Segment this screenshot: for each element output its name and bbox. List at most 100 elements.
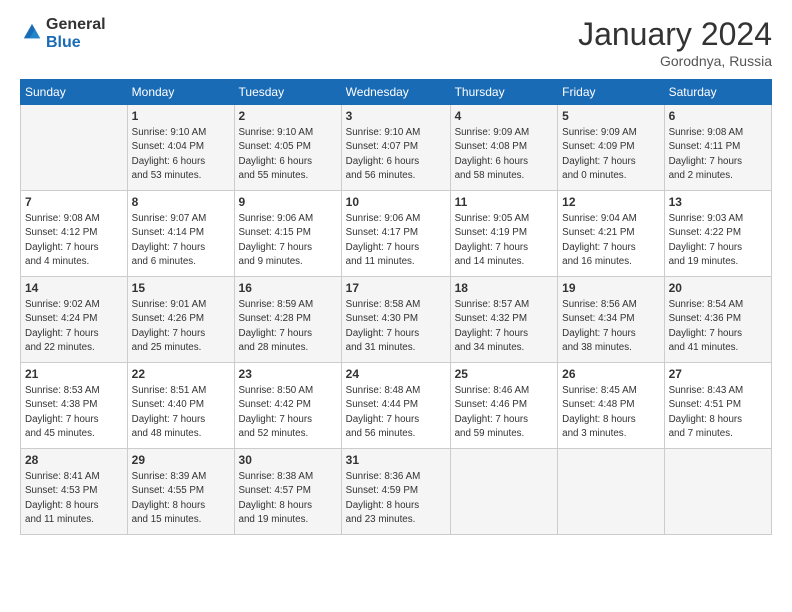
day-cell: 23 Sunrise: 8:50 AM Sunset: 4:42 PM Dayli… (234, 363, 341, 449)
day-number: 1 (132, 108, 230, 124)
page: General Blue January 2024 Gorodnya, Russ… (0, 0, 792, 612)
day-info: Sunrise: 8:39 AM Sunset: 4:55 PM Dayligh… (132, 471, 207, 525)
day-info: Sunrise: 8:36 AM Sunset: 4:59 PM Dayligh… (346, 471, 421, 525)
day-info: Sunrise: 9:06 AM Sunset: 4:15 PM Dayligh… (239, 213, 314, 267)
day-cell: 30Sunrise: 8:38 AM Sunset: 4:57 PM Dayli… (234, 449, 341, 535)
day-info: Sunrise: 9:08 AM Sunset: 4:11 PM Dayligh… (669, 127, 744, 181)
day-info: Sunrise: 8:43 AM Sunset: 4:51 PM Dayligh… (669, 385, 744, 439)
day-info: Sunrise: 8:56 AM Sunset: 4:34 PM Dayligh… (562, 299, 637, 353)
day-number: 18 (455, 280, 554, 296)
day-cell: 14Sunrise: 9:02 AM Sunset: 4:24 PM Dayli… (21, 277, 128, 363)
weekday-header-monday: Monday (127, 80, 234, 105)
day-cell: 19Sunrise: 8:56 AM Sunset: 4:34 PM Dayli… (558, 277, 664, 363)
day-number: 16 (239, 280, 337, 296)
day-cell: 6 Sunrise: 9:08 AM Sunset: 4:11 PM Daylig… (664, 105, 771, 191)
day-number: 25 (455, 366, 554, 382)
day-number: 7 (25, 194, 123, 210)
day-info: Sunrise: 8:50 AM Sunset: 4:42 PM Dayligh… (239, 385, 314, 439)
day-info: Sunrise: 9:05 AM Sunset: 4:19 PM Dayligh… (455, 213, 530, 267)
day-info: Sunrise: 8:57 AM Sunset: 4:32 PM Dayligh… (455, 299, 530, 353)
day-number: 21 (25, 366, 123, 382)
day-number: 5 (562, 108, 659, 124)
header: General Blue January 2024 Gorodnya, Russ… (20, 16, 772, 69)
week-row-4: 21 Sunrise: 8:53 AM Sunset: 4:38 PM Dayli… (21, 363, 772, 449)
day-number: 17 (346, 280, 446, 296)
day-cell: 12 Sunrise: 9:04 AM Sunset: 4:21 PM Dayli… (558, 191, 664, 277)
day-number: 20 (669, 280, 767, 296)
day-number: 6 (669, 108, 767, 124)
day-cell: 9 Sunrise: 9:06 AM Sunset: 4:15 PM Daylig… (234, 191, 341, 277)
week-row-3: 14Sunrise: 9:02 AM Sunset: 4:24 PM Dayli… (21, 277, 772, 363)
day-info: Sunrise: 9:02 AM Sunset: 4:24 PM Dayligh… (25, 299, 100, 353)
day-cell: 28 Sunrise: 8:41 AM Sunset: 4:53 PM Dayli… (21, 449, 128, 535)
day-number: 15 (132, 280, 230, 296)
day-cell: 16 Sunrise: 8:59 AM Sunset: 4:28 PM Dayli… (234, 277, 341, 363)
day-cell: 3Sunrise: 9:10 AM Sunset: 4:07 PM Daylig… (341, 105, 450, 191)
weekday-row: SundayMondayTuesdayWednesdayThursdayFrid… (21, 80, 772, 105)
title-block: January 2024 Gorodnya, Russia (578, 16, 772, 69)
day-number: 22 (132, 366, 230, 382)
day-number: 12 (562, 194, 659, 210)
day-info: Sunrise: 8:46 AM Sunset: 4:46 PM Dayligh… (455, 385, 530, 439)
logo: General Blue (20, 16, 106, 52)
calendar-body: 1 Sunrise: 9:10 AM Sunset: 4:04 PM Daylig… (21, 105, 772, 535)
day-cell: 5 Sunrise: 9:09 AM Sunset: 4:09 PM Daylig… (558, 105, 664, 191)
day-cell: 11Sunrise: 9:05 AM Sunset: 4:19 PM Dayli… (450, 191, 558, 277)
logo-blue-text: Blue (46, 34, 81, 51)
day-number: 24 (346, 366, 446, 382)
week-row-1: 1 Sunrise: 9:10 AM Sunset: 4:04 PM Daylig… (21, 105, 772, 191)
day-cell: 26 Sunrise: 8:45 AM Sunset: 4:48 PM Dayli… (558, 363, 664, 449)
weekday-header-tuesday: Tuesday (234, 80, 341, 105)
day-info: Sunrise: 9:10 AM Sunset: 4:05 PM Dayligh… (239, 127, 314, 181)
day-cell: 1 Sunrise: 9:10 AM Sunset: 4:04 PM Daylig… (127, 105, 234, 191)
day-number: 23 (239, 366, 337, 382)
day-info: Sunrise: 8:53 AM Sunset: 4:38 PM Dayligh… (25, 385, 100, 439)
day-number: 28 (25, 452, 123, 468)
day-number: 9 (239, 194, 337, 210)
weekday-header-sunday: Sunday (21, 80, 128, 105)
day-info: Sunrise: 9:03 AM Sunset: 4:22 PM Dayligh… (669, 213, 744, 267)
day-info: Sunrise: 9:09 AM Sunset: 4:08 PM Dayligh… (455, 127, 530, 181)
day-cell (21, 105, 128, 191)
day-cell: 2Sunrise: 9:10 AM Sunset: 4:05 PM Daylig… (234, 105, 341, 191)
day-info: Sunrise: 9:08 AM Sunset: 4:12 PM Dayligh… (25, 213, 100, 267)
day-cell: 18 Sunrise: 8:57 AM Sunset: 4:32 PM Dayli… (450, 277, 558, 363)
day-cell: 25 Sunrise: 8:46 AM Sunset: 4:46 PM Dayli… (450, 363, 558, 449)
day-cell: 31 Sunrise: 8:36 AM Sunset: 4:59 PM Dayli… (341, 449, 450, 535)
weekday-header-thursday: Thursday (450, 80, 558, 105)
day-number: 4 (455, 108, 554, 124)
day-number: 31 (346, 452, 446, 468)
day-number: 3 (346, 108, 446, 124)
day-cell: 8 Sunrise: 9:07 AM Sunset: 4:14 PM Daylig… (127, 191, 234, 277)
day-number: 13 (669, 194, 767, 210)
day-cell (450, 449, 558, 535)
day-number: 30 (239, 452, 337, 468)
day-cell (664, 449, 771, 535)
day-number: 10 (346, 194, 446, 210)
day-info: Sunrise: 9:07 AM Sunset: 4:14 PM Dayligh… (132, 213, 207, 267)
day-cell (558, 449, 664, 535)
day-cell: 17Sunrise: 8:58 AM Sunset: 4:30 PM Dayli… (341, 277, 450, 363)
day-info: Sunrise: 9:09 AM Sunset: 4:09 PM Dayligh… (562, 127, 637, 181)
day-number: 8 (132, 194, 230, 210)
weekday-header-saturday: Saturday (664, 80, 771, 105)
week-row-5: 28 Sunrise: 8:41 AM Sunset: 4:53 PM Dayli… (21, 449, 772, 535)
week-row-2: 7 Sunrise: 9:08 AM Sunset: 4:12 PM Daylig… (21, 191, 772, 277)
day-number: 29 (132, 452, 230, 468)
month-title: January 2024 (578, 16, 772, 53)
day-info: Sunrise: 9:10 AM Sunset: 4:04 PM Dayligh… (132, 127, 207, 181)
day-info: Sunrise: 8:59 AM Sunset: 4:28 PM Dayligh… (239, 299, 314, 353)
day-info: Sunrise: 9:06 AM Sunset: 4:17 PM Dayligh… (346, 213, 421, 267)
day-info: Sunrise: 8:45 AM Sunset: 4:48 PM Dayligh… (562, 385, 637, 439)
day-cell: 10 Sunrise: 9:06 AM Sunset: 4:17 PM Dayli… (341, 191, 450, 277)
day-cell: 7 Sunrise: 9:08 AM Sunset: 4:12 PM Daylig… (21, 191, 128, 277)
day-info: Sunrise: 9:04 AM Sunset: 4:21 PM Dayligh… (562, 213, 637, 267)
day-number: 27 (669, 366, 767, 382)
day-info: Sunrise: 8:41 AM Sunset: 4:53 PM Dayligh… (25, 471, 100, 525)
day-cell: 24 Sunrise: 8:48 AM Sunset: 4:44 PM Dayli… (341, 363, 450, 449)
day-info: Sunrise: 8:51 AM Sunset: 4:40 PM Dayligh… (132, 385, 207, 439)
calendar-header: SundayMondayTuesdayWednesdayThursdayFrid… (21, 80, 772, 105)
logo-icon (22, 22, 42, 42)
day-info: Sunrise: 8:48 AM Sunset: 4:44 PM Dayligh… (346, 385, 421, 439)
day-number: 26 (562, 366, 659, 382)
